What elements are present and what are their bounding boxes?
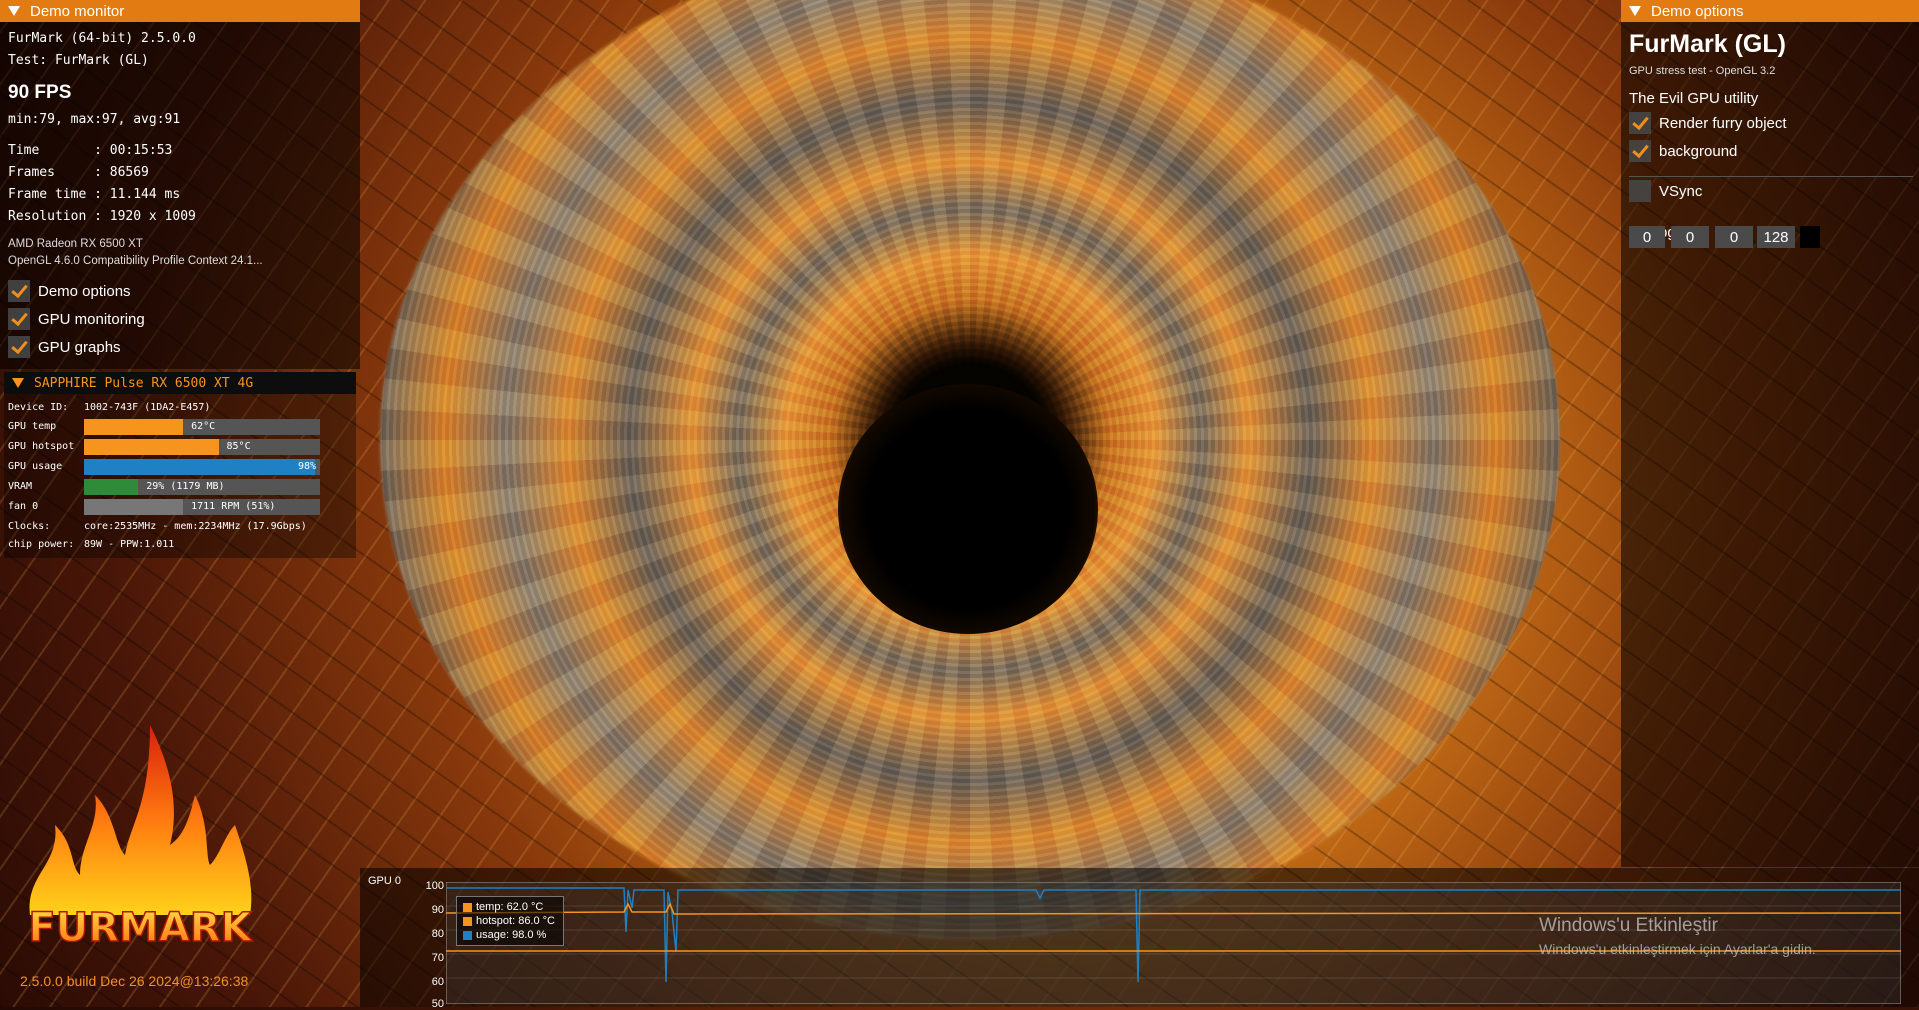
checkbox-checked-icon[interactable] bbox=[8, 308, 30, 330]
tagline: The Evil GPU utility bbox=[1629, 90, 1759, 107]
y-tick-90: 90 bbox=[431, 904, 444, 916]
osi-bgcolor-b-input[interactable]: 0 bbox=[1715, 226, 1753, 248]
legend-hotspot: hotspot: 86.0 °C bbox=[463, 915, 555, 927]
y-tick-50: 50 bbox=[431, 998, 444, 1010]
clocks-value: core:2535MHz - mem:2234MHz (17.9Gbps) bbox=[84, 521, 307, 532]
stat-time: Time : 00:15:53 bbox=[8, 143, 173, 158]
gpu-temp-label: GPU temp bbox=[8, 421, 57, 432]
gpu-hotspot-bar: 85°C bbox=[84, 439, 320, 455]
osi-bgcolor-a-input[interactable]: 128 bbox=[1757, 226, 1795, 248]
logo-text: FURMARK bbox=[28, 905, 253, 951]
gpu-card-name: SAPPHIRE Pulse RX 6500 XT 4G bbox=[34, 375, 254, 391]
gpu-monitor-header[interactable]: SAPPHIRE Pulse RX 6500 XT 4G bbox=[4, 372, 356, 394]
checkbox-unchecked-icon[interactable] bbox=[1629, 180, 1651, 202]
fan-value: 1711 RPM (51%) bbox=[191, 501, 276, 512]
vram-value: 29% (1179 MB) bbox=[146, 481, 225, 492]
divider bbox=[1629, 176, 1913, 177]
y-tick-70: 70 bbox=[431, 952, 444, 964]
gl-context: OpenGL 4.6.0 Compatibility Profile Conte… bbox=[8, 255, 263, 267]
osi-bgcolor-r-input[interactable]: 0 bbox=[1629, 226, 1665, 248]
demo-monitor-panel: FurMark (64-bit) 2.5.0.0 Test: FurMark (… bbox=[0, 22, 360, 369]
flame-shape bbox=[29, 725, 252, 915]
chip-power-label: chip power: bbox=[8, 539, 75, 550]
vram-bar: 29% (1179 MB) bbox=[84, 479, 320, 495]
checkbox-render-furry-object[interactable]: Render furry object bbox=[1629, 112, 1787, 134]
checkbox-checked-icon[interactable] bbox=[8, 280, 30, 302]
device-id-value: 1002-743F (1DA2-E457) bbox=[84, 402, 211, 413]
demo-options-panel: FurMark (GL) GPU stress test - OpenGL 3.… bbox=[1621, 22, 1919, 867]
legend-temp-swatch bbox=[463, 902, 472, 912]
checkbox-demo-options[interactable]: Demo options bbox=[8, 280, 131, 302]
gpu-usage-value: 98% bbox=[297, 461, 316, 472]
gpu-temp-bar-fill bbox=[84, 419, 184, 435]
gpu-usage-bar-fill bbox=[84, 459, 316, 475]
demo-monitor-title: Demo monitor bbox=[30, 2, 125, 20]
activation-subtitle: Windows'u etkinleştirmek için Ayarlar'a … bbox=[1539, 941, 1816, 957]
checkbox-checked-icon[interactable] bbox=[8, 336, 30, 358]
collapse-triangle-icon[interactable] bbox=[1629, 6, 1641, 16]
windows-activation-watermark: Windows'u Etkinleştir Windows'u etkinleş… bbox=[1539, 915, 1816, 957]
graph-legend: temp: 62.0 °C hotspot: 86.0 °C usage: 98… bbox=[456, 896, 564, 946]
gpu-usage-bar: 98% bbox=[84, 459, 320, 475]
build-info: 2.5.0.0 build Dec 26 2024@13:26:38 bbox=[20, 973, 249, 989]
fan-label: fan 0 bbox=[8, 501, 39, 512]
vram-bar-fill bbox=[84, 479, 139, 495]
demo-options-header[interactable]: Demo options bbox=[1621, 0, 1919, 22]
activation-title: Windows'u Etkinleştir bbox=[1539, 915, 1718, 936]
test-name: Test: FurMark (GL) bbox=[8, 53, 149, 68]
fan-bar: 1711 RPM (51%) bbox=[84, 499, 320, 515]
furry-object-center bbox=[838, 384, 1098, 634]
y-tick-60: 60 bbox=[431, 976, 444, 988]
stat-resolution: Resolution : 1920 x 1009 bbox=[8, 209, 196, 224]
demo-subtitle: GPU stress test - OpenGL 3.2 bbox=[1629, 65, 1776, 77]
y-tick-100: 100 bbox=[425, 880, 444, 892]
stat-frames: Frames : 86569 bbox=[8, 165, 149, 180]
graph-gpu-label: GPU 0 bbox=[368, 875, 402, 887]
chip-power-value: 89W - PPW:1.011 bbox=[84, 539, 175, 550]
app-version: FurMark (64-bit) 2.5.0.0 bbox=[8, 31, 196, 46]
fps-value: 90 FPS bbox=[8, 82, 72, 103]
collapse-triangle-icon[interactable] bbox=[12, 378, 24, 388]
fps-stats: min:79, max:97, avg:91 bbox=[8, 112, 181, 127]
stat-frame-time: Frame time : 11.144 ms bbox=[8, 187, 181, 202]
demo-monitor-header[interactable]: Demo monitor bbox=[0, 0, 360, 22]
vram-label: VRAM bbox=[8, 481, 33, 492]
y-tick-80: 80 bbox=[431, 928, 444, 940]
osi-bgcolor-g-input[interactable]: 0 bbox=[1671, 226, 1709, 248]
demo-options-title: Demo options bbox=[1651, 2, 1744, 20]
legend-temp: temp: 62.0 °C bbox=[463, 901, 543, 913]
demo-title: FurMark (GL) bbox=[1629, 30, 1786, 58]
gpu-name: AMD Radeon RX 6500 XT bbox=[8, 238, 143, 250]
checkbox-gpu-monitoring[interactable]: GPU monitoring bbox=[8, 308, 145, 330]
gpu-hotspot-bar-fill bbox=[84, 439, 219, 455]
legend-usage-swatch bbox=[463, 930, 472, 940]
legend-usage: usage: 98.0 % bbox=[463, 929, 546, 941]
collapse-triangle-icon[interactable] bbox=[8, 6, 20, 16]
checkbox-checked-icon[interactable] bbox=[1629, 112, 1651, 134]
gpu-hotspot-label: GPU hotspot bbox=[8, 441, 75, 452]
gpu-usage-label: GPU usage bbox=[8, 461, 63, 472]
furmark-flame-logo: FURMARK bbox=[28, 725, 254, 952]
fan-bar-fill bbox=[84, 499, 184, 515]
gpu-temp-bar: 62°C bbox=[84, 419, 320, 435]
gpu-hotspot-value: 85°C bbox=[226, 441, 251, 452]
checkbox-background[interactable]: background bbox=[1629, 140, 1737, 162]
gpu-monitoring-panel: SAPPHIRE Pulse RX 6500 XT 4G Device ID: … bbox=[4, 372, 356, 558]
osi-bgcolor-swatch[interactable] bbox=[1800, 226, 1820, 248]
checkbox-gpu-graphs[interactable]: GPU graphs bbox=[8, 336, 121, 358]
legend-hotspot-swatch bbox=[463, 916, 472, 926]
checkbox-vsync[interactable]: VSync bbox=[1629, 180, 1702, 202]
gpu-temp-value: 62°C bbox=[191, 421, 216, 432]
device-id-label: Device ID: bbox=[8, 402, 69, 413]
clocks-label: Clocks: bbox=[8, 521, 51, 532]
checkbox-checked-icon[interactable] bbox=[1629, 140, 1651, 162]
